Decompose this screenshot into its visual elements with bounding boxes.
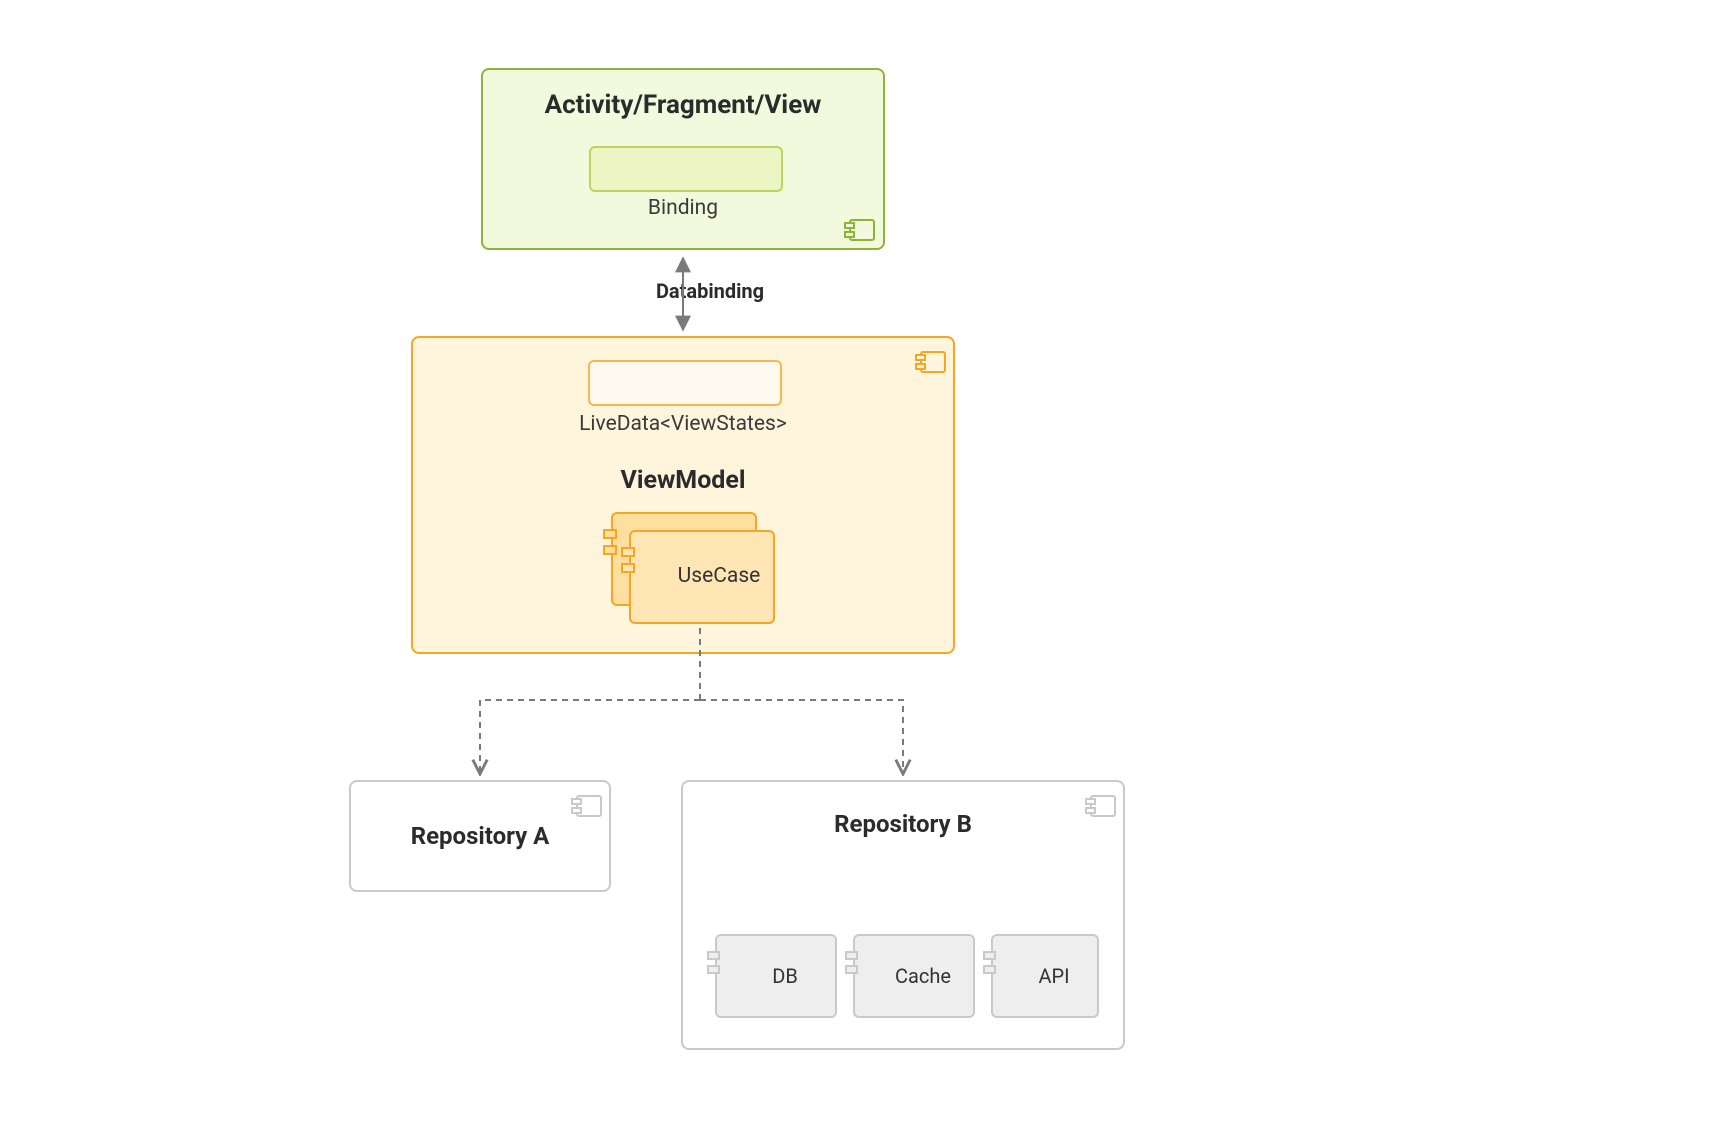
api-label: API xyxy=(993,964,1097,988)
cache-label: Cache xyxy=(855,964,973,988)
binding-label: Binding xyxy=(483,196,883,220)
activity-fragment-view-box: Activity/Fragment/View Binding xyxy=(481,68,885,250)
repository-a-box: Repository A xyxy=(349,780,611,892)
livedata-pill xyxy=(588,360,782,406)
architecture-diagram: Activity/Fragment/View Binding Databindi… xyxy=(0,0,1730,1128)
db-component: DB xyxy=(715,934,837,1018)
repository-b-title: Repository B xyxy=(683,810,1123,838)
repository-a-title: Repository A xyxy=(351,822,609,850)
usecase-label: UseCase xyxy=(669,564,769,588)
cache-component: Cache xyxy=(853,934,975,1018)
usecase-to-repo-a-connector xyxy=(480,700,700,774)
livedata-label: LiveData<ViewStates> xyxy=(413,412,953,436)
databinding-connector-label: Databinding xyxy=(600,279,820,303)
binding-pill xyxy=(589,146,783,192)
api-component: API xyxy=(991,934,1099,1018)
repository-b-box: Repository B DB Cache API xyxy=(681,780,1125,1050)
viewmodel-title: ViewModel xyxy=(413,466,953,495)
usecase-to-repo-b-connector xyxy=(700,700,903,774)
viewmodel-box: LiveData<ViewStates> ViewModel UseCase xyxy=(411,336,955,654)
activity-title: Activity/Fragment/View xyxy=(483,90,883,120)
db-label: DB xyxy=(717,964,835,988)
